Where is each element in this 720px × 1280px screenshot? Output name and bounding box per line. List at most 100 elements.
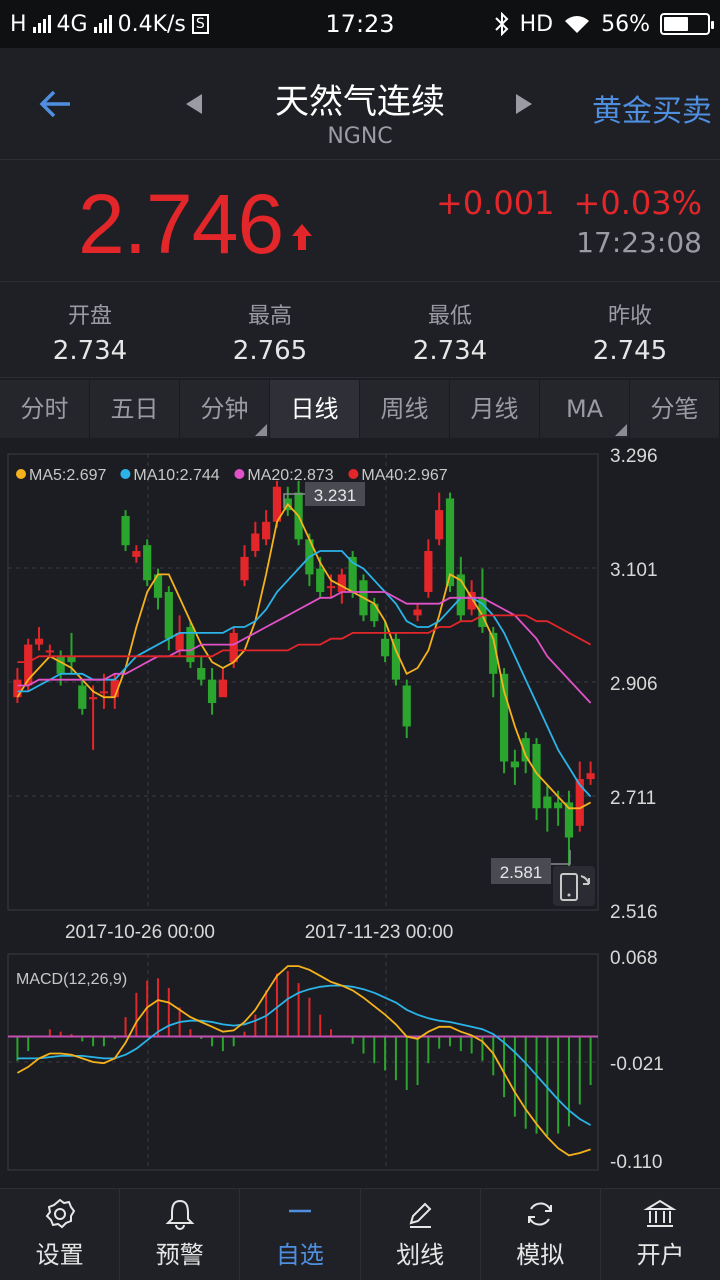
macd-label: MACD(12,26,9) — [16, 971, 127, 988]
candle-body — [370, 603, 379, 622]
battery-icon — [660, 13, 714, 35]
stat-label: 最低 — [427, 304, 472, 329]
quote-time: 17:23:08 — [576, 226, 702, 259]
tab-label: 分时 — [20, 395, 69, 423]
y-tick-label: 2.516 — [610, 902, 658, 923]
tab-tick[interactable]: 分笔 — [630, 380, 720, 438]
back-arrow-icon[interactable] — [36, 84, 76, 124]
candle-body — [218, 679, 227, 698]
candle-body — [143, 545, 152, 581]
nav-alert[interactable]: 预警 — [120, 1189, 241, 1280]
tab-five-day[interactable]: 五日 — [90, 380, 180, 438]
price-change: +0.001 — [436, 184, 555, 222]
nav-label: 设置 — [35, 1241, 84, 1269]
candle-body — [207, 679, 217, 704]
candle-body — [56, 656, 65, 674]
macd-y-tick-label: -0.021 — [610, 1054, 664, 1075]
nav-simulate[interactable]: 模拟 — [481, 1189, 601, 1280]
candlestick-chart[interactable]: 3.296 3.101 2.906 2.711 2.516 2017-10-26 00:0… — [0, 440, 720, 950]
legend-label: MA5:2.697 — [29, 467, 106, 484]
candle-body — [543, 796, 552, 809]
stat-value: 2.745 — [592, 336, 668, 366]
stat-low: 最低 2.734 — [360, 282, 540, 377]
candle-body — [240, 556, 249, 581]
macd-chart[interactable]: 0.068 -0.021 -0.110 MACD(12,26,9) — [0, 950, 720, 1188]
legend-dot — [348, 469, 359, 479]
tab-label: 五日 — [110, 395, 159, 423]
candle-body — [316, 568, 325, 592]
prev-instrument-icon[interactable] — [186, 94, 202, 114]
candle-body — [435, 510, 444, 540]
stat-open: 开盘 2.734 — [0, 282, 180, 377]
dropdown-corner-icon — [615, 424, 627, 436]
stat-value: 2.734 — [412, 336, 488, 366]
candle-body — [445, 498, 455, 587]
stat-label: 最高 — [247, 304, 292, 329]
minus-icon — [288, 1209, 311, 1213]
bottom-nav: 设置 预警 自选 划线 模拟 开户 — [0, 1188, 720, 1280]
nav-label: 开户 — [636, 1241, 685, 1269]
pen-icon — [409, 1202, 432, 1228]
hd-label: HD — [519, 11, 554, 37]
candle-body — [554, 802, 563, 809]
candle-body — [45, 650, 54, 653]
candle-body — [381, 638, 390, 657]
legend-label: MA20:2.873 — [247, 467, 333, 484]
stat-value: 2.734 — [52, 336, 128, 366]
tab-daily[interactable]: 日线 — [270, 380, 360, 438]
nav-draw[interactable]: 划线 — [361, 1189, 481, 1280]
status-bar: H 4G 0.4K/s S 17:23 HD 56% — [0, 0, 720, 48]
instrument-title: 天然气连续 — [275, 82, 445, 122]
candle-body — [175, 632, 184, 651]
candle-body — [262, 521, 271, 540]
candle-body — [121, 515, 130, 546]
nav-label: 划线 — [396, 1241, 445, 1269]
period-tabs: 分时 五日 分钟 日线 周线 月线 MA 分笔 — [0, 380, 720, 438]
nav-bar: 天然气连续 NGNC 黄金买卖 — [0, 48, 720, 160]
x-tick-label: 2017-11-23 00:00 — [305, 922, 454, 943]
stat-value: 2.765 — [232, 336, 308, 366]
candle-body — [99, 691, 109, 694]
tab-ma[interactable]: MA — [540, 380, 630, 438]
candle-body — [510, 761, 519, 768]
stat-prev-close: 昨收 2.745 — [540, 282, 720, 377]
nav-watchlist[interactable]: 自选 — [240, 1189, 361, 1280]
tab-weekly[interactable]: 周线 — [360, 380, 450, 438]
y-tick-label: 2.906 — [610, 674, 658, 695]
tab-intraday[interactable]: 分时 — [0, 380, 90, 438]
carrier-label: H — [10, 11, 27, 37]
max-label: 3.231 — [314, 486, 357, 505]
tab-monthly[interactable]: 月线 — [450, 380, 540, 438]
legend-label: MA40:2.967 — [361, 467, 447, 484]
legend-dot — [120, 469, 131, 479]
y-tick-label: 3.296 — [610, 446, 658, 467]
macd-y-tick-label: 0.068 — [610, 950, 658, 969]
nav-settings[interactable]: 设置 — [0, 1189, 121, 1280]
settings-icon — [45, 1198, 75, 1229]
price-change-pct: +0.03% — [573, 184, 702, 222]
candle-body — [424, 551, 433, 592]
y-tick-label: 3.101 — [610, 560, 658, 581]
macd-y-tick-label: -0.110 — [610, 1152, 662, 1173]
legend-dot — [234, 469, 245, 479]
nav-open-account[interactable]: 开户 — [601, 1189, 720, 1280]
legend-label: MA10:2.744 — [133, 467, 219, 484]
stat-high: 最高 2.765 — [180, 282, 360, 377]
candle-body — [197, 667, 206, 680]
battery-percent: 56% — [601, 11, 650, 37]
nav-label: 自选 — [275, 1241, 324, 1269]
candle-body — [326, 586, 336, 589]
fullscreen-toggle-icon[interactable] — [553, 866, 595, 906]
bluetooth-icon — [494, 12, 509, 36]
chart-area[interactable]: 3.296 3.101 2.906 2.711 2.516 2017-10-26 00:0… — [0, 440, 720, 1188]
gold-trade-link[interactable]: 黄金买卖 — [592, 86, 712, 130]
stat-label: 开盘 — [67, 304, 112, 329]
wifi-icon — [565, 16, 590, 33]
tab-label: 月线 — [470, 395, 519, 423]
last-price: 2.746 — [78, 177, 284, 271]
tab-minute[interactable]: 分钟 — [180, 380, 270, 438]
candle-body — [413, 609, 422, 616]
candle-body — [34, 638, 44, 645]
next-instrument-icon[interactable] — [516, 94, 532, 114]
status-time: 17:23 — [325, 10, 395, 38]
